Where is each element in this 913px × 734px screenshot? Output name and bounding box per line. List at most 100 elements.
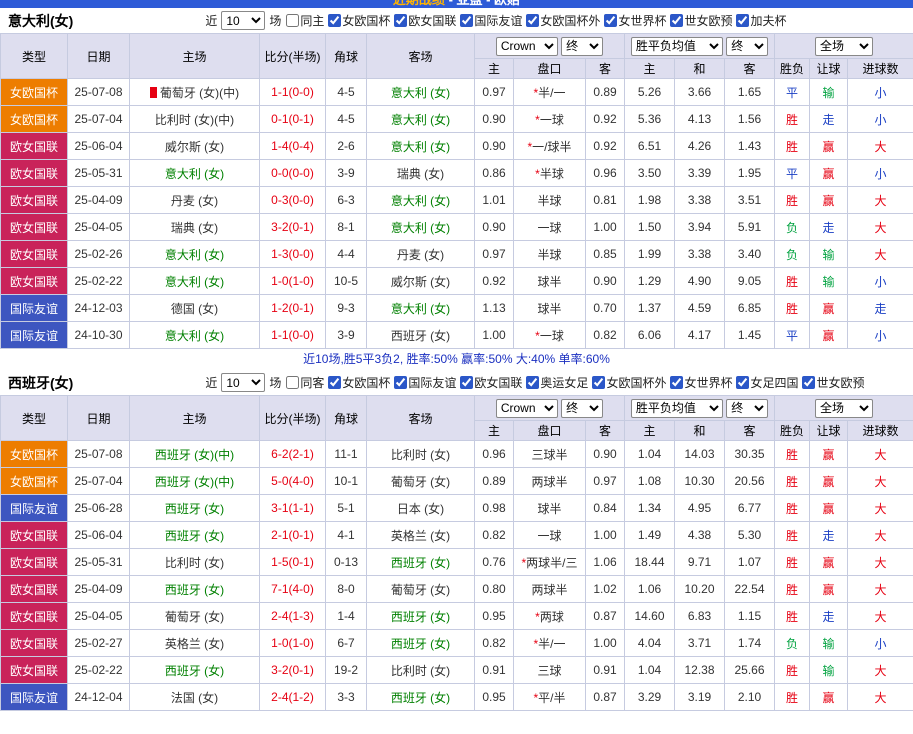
competition-filter[interactable]: 欧女国联 — [391, 12, 456, 29]
match-type-cell: 国际友谊 — [0, 683, 68, 711]
same-side-checkbox[interactable] — [286, 14, 300, 27]
europe-stage-select[interactable]: 终 — [726, 36, 769, 56]
home-team-cell: 比利时 (女)(中) — [129, 105, 260, 133]
competition-filter[interactable]: 女欧国杯 — [325, 12, 390, 29]
europe-stage-select[interactable]: 终 — [726, 398, 769, 418]
europe-draw-odds-cell: 4.26 — [674, 132, 726, 160]
competition-checkbox[interactable] — [526, 13, 540, 27]
competition-checkbox[interactable] — [670, 13, 684, 27]
goals-result-cell: 小 — [847, 159, 913, 187]
bookmaker-select[interactable]: Crown — [495, 398, 558, 418]
same-side-checkbox[interactable] — [286, 376, 300, 389]
score-cell: 1-1(0-0) — [259, 321, 326, 349]
match-count-select[interactable]: 10 — [221, 11, 266, 30]
result-cell: 负 — [774, 629, 811, 657]
away-team-cell: 西班牙 (女) — [366, 321, 475, 349]
competition-filter[interactable]: 女欧国杯外 — [589, 374, 666, 391]
handicap-result-cell: 赢 — [809, 683, 849, 711]
match-count-select[interactable]: 10 — [221, 373, 266, 392]
competition-filter[interactable]: 女足四国 — [733, 374, 798, 391]
europe-away-odds-cell: 9.05 — [724, 267, 776, 295]
handicap-cell: 两球半 — [513, 467, 586, 495]
same-side-filter[interactable]: 同客 — [283, 374, 324, 391]
away-team-cell: 丹麦 (女) — [366, 240, 475, 268]
competition-checkbox[interactable] — [592, 375, 606, 389]
asian-stage-select[interactable]: 终 — [561, 36, 604, 56]
col-goals-result: 进球数 — [847, 420, 913, 441]
match-date-cell: 24-12-03 — [67, 294, 130, 322]
match-row: 欧女国联 25-02-22 意大利 (女) 1-0(1-0) 10-5 威尔斯 (女) 0.… — [0, 267, 913, 295]
competition-filter[interactable]: 女世界杯 — [667, 374, 732, 391]
competition-filter[interactable]: 女欧国杯外 — [523, 12, 600, 29]
competition-filter[interactable]: 女世界杯 — [601, 12, 666, 29]
asian-away-odds-cell: 0.89 — [584, 78, 626, 106]
col-europe-draw: 和 — [674, 420, 726, 441]
competition-filter[interactable]: 加夫杯 — [733, 12, 786, 29]
match-scope-select[interactable]: 全场 — [815, 36, 874, 56]
match-row: 国际友谊 24-10-30 意大利 (女) 1-1(0-0) 3-9 西班牙 (女) 1.0… — [0, 321, 913, 349]
team-name: 西班牙 (女) — [164, 501, 225, 516]
competition-filter[interactable]: 欧女国联 — [457, 374, 522, 391]
away-team-cell: 意大利 (女) — [366, 105, 475, 133]
europe-home-odds-cell: 1.98 — [624, 186, 676, 214]
europe-draw-odds-cell: 3.71 — [674, 629, 726, 657]
score-cell: 1-0(1-0) — [259, 267, 326, 295]
handicap-cell: *两球半/三 — [513, 548, 586, 576]
competition-checkbox[interactable] — [394, 375, 408, 389]
asian-stage-select[interactable]: 终 — [561, 398, 604, 418]
competition-filter[interactable]: 女欧国杯 — [325, 374, 390, 391]
competition-label: 女世界杯 — [618, 13, 667, 28]
competition-checkbox[interactable] — [604, 13, 618, 27]
team-name: 意大利 (女) — [390, 139, 451, 154]
match-row: 欧女国联 25-04-05 葡萄牙 (女) 2-4(1-3) 1-4 西班牙 (女) 0.9… — [0, 602, 913, 630]
match-type-cell: 女欧国杯 — [0, 78, 68, 106]
top-nav-rest[interactable]: - 亚盘 - 欧赔 — [449, 0, 521, 7]
asian-away-odds-cell: 0.92 — [584, 132, 626, 160]
match-date-cell: 25-02-22 — [67, 267, 130, 295]
europe-away-odds-cell: 5.91 — [724, 213, 776, 241]
col-type: 类型 — [0, 395, 68, 441]
bookmaker-select[interactable]: Crown — [495, 36, 558, 56]
same-side-filter[interactable]: 同主 — [283, 12, 324, 29]
europe-draw-odds-cell: 3.38 — [674, 186, 726, 214]
competition-filter[interactable]: 世女欧预 — [799, 374, 865, 391]
match-date-cell: 24-12-04 — [67, 683, 130, 711]
goals-result-cell: 小 — [847, 321, 913, 349]
competition-checkbox[interactable] — [460, 375, 474, 389]
competition-checkbox[interactable] — [328, 13, 342, 27]
competition-checkbox[interactable] — [736, 13, 750, 27]
competition-filter[interactable]: 世女欧预 — [667, 12, 732, 29]
europe-odds-select[interactable]: 胜平负均值 — [630, 398, 723, 418]
competition-checkbox[interactable] — [802, 375, 816, 389]
match-date-cell: 25-02-26 — [67, 240, 130, 268]
competition-checkbox[interactable] — [526, 375, 540, 389]
asian-away-odds-cell: 0.97 — [584, 467, 626, 495]
competition-filter[interactable]: 奥运女足 — [523, 374, 588, 391]
competition-checkbox[interactable] — [394, 13, 408, 27]
competition-filter[interactable]: 国际友谊 — [457, 12, 522, 29]
away-team-cell: 意大利 (女) — [366, 78, 475, 106]
competition-checkbox[interactable] — [328, 375, 342, 389]
away-team-cell: 葡萄牙 (女) — [366, 575, 475, 603]
match-row: 欧女国联 25-04-09 丹麦 (女) 0-3(0-0) 6-3 意大利 (女) 1.01… — [0, 186, 913, 214]
competition-checkbox[interactable] — [670, 375, 684, 389]
result-cell: 胜 — [774, 467, 811, 495]
match-scope-select[interactable]: 全场 — [815, 398, 874, 418]
europe-home-odds-cell: 1.37 — [624, 294, 676, 322]
match-date-cell: 25-06-04 — [67, 521, 130, 549]
score-cell: 0-0(0-0) — [259, 159, 326, 187]
home-team-cell: 意大利 (女) — [129, 240, 260, 268]
competition-label: 女欧国杯外 — [540, 13, 601, 28]
europe-odds-select[interactable]: 胜平负均值 — [630, 36, 723, 56]
competition-checkbox[interactable] — [736, 375, 750, 389]
match-date-cell: 25-05-31 — [67, 548, 130, 576]
near-label: 近 — [205, 376, 218, 390]
away-team-cell: 比利时 (女) — [366, 440, 475, 468]
top-nav-active-tab[interactable]: 近期战绩 — [393, 0, 445, 7]
europe-away-odds-cell: 1.07 — [724, 548, 776, 576]
competition-filter[interactable]: 国际友谊 — [391, 374, 456, 391]
section-header: 西班牙(女) 近 10 场 同客 女欧国杯 国际友谊 欧女国联 奥运女足 女欧国杯外 女世… — [0, 370, 913, 395]
competition-checkbox[interactable] — [460, 13, 474, 27]
away-team-cell: 日本 (女) — [366, 494, 475, 522]
match-date-cell: 25-04-09 — [67, 575, 130, 603]
